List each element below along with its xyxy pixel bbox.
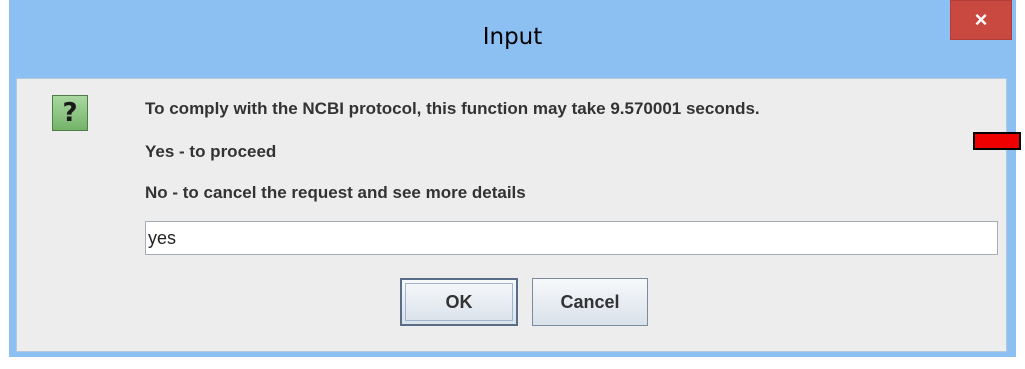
message-no: No - to cancel the request and see more … bbox=[145, 183, 526, 202]
ok-button[interactable]: OK bbox=[400, 278, 518, 326]
window-title: Input bbox=[482, 24, 543, 50]
cancel-button-label: Cancel bbox=[560, 292, 620, 312]
input-dialog-window: Input × ? To comply with the NCBI protoc… bbox=[9, 0, 1016, 357]
close-button[interactable]: × bbox=[950, 0, 1012, 40]
answer-input[interactable] bbox=[145, 221, 998, 255]
ok-button-label: OK bbox=[445, 292, 473, 312]
message-protocol: To comply with the NCBI protocol, this f… bbox=[145, 99, 760, 118]
message-yes: Yes - to proceed bbox=[145, 142, 277, 161]
close-icon: × bbox=[974, 7, 988, 32]
red-marker bbox=[973, 132, 1021, 150]
cancel-button[interactable]: Cancel bbox=[532, 278, 648, 326]
title-bar[interactable]: Input × bbox=[9, 0, 1016, 78]
dialog-content: ? To comply with the NCBI protocol, this… bbox=[16, 78, 1007, 352]
question-icon: ? bbox=[52, 95, 88, 131]
